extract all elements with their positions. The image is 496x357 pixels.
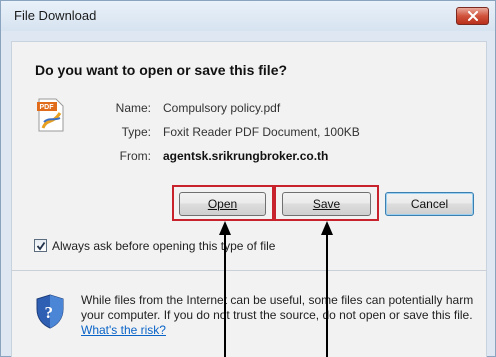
save-arrow-head	[321, 221, 333, 235]
open-arrow-head	[219, 221, 231, 235]
whats-the-risk-link[interactable]: What's the risk?	[81, 323, 166, 337]
from-label: From:	[119, 149, 151, 163]
open-button-label: Open	[207, 197, 238, 211]
security-warning: While files from the Internet can be use…	[81, 293, 486, 338]
dialog-question: Do you want to open or save this file?	[35, 62, 288, 78]
cancel-button-label: Cancel	[410, 197, 449, 211]
warning-text: While files from the Internet can be use…	[81, 293, 474, 322]
file-download-dialog: File Download Do you want to open or sav…	[0, 0, 496, 357]
file-source-value: agentsk.srikrungbroker.co.th	[163, 149, 329, 163]
open-arrow-line	[224, 234, 226, 357]
close-button[interactable]	[456, 7, 489, 25]
always-ask-checkbox[interactable]	[34, 239, 47, 252]
type-label: Type:	[121, 125, 151, 139]
name-label: Name:	[115, 101, 151, 115]
svg-text:?: ?	[45, 303, 54, 322]
security-shield-icon: ?	[36, 294, 64, 329]
title-bar[interactable]: File Download	[1, 1, 495, 31]
separator	[11, 270, 487, 271]
save-button[interactable]: Save	[282, 192, 371, 216]
window-title: File Download	[14, 8, 97, 23]
checkmark-icon	[36, 241, 46, 251]
close-icon	[468, 11, 478, 21]
save-button-label: Save	[312, 197, 341, 211]
save-arrow-line	[326, 234, 328, 357]
open-button[interactable]: Open	[179, 192, 266, 216]
file-name-value: Compulsory policy.pdf	[163, 101, 281, 115]
always-ask-label: Always ask before opening this type of f…	[52, 239, 276, 253]
file-type-value: Foxit Reader PDF Document, 100KB	[163, 125, 360, 139]
cancel-button[interactable]: Cancel	[385, 192, 474, 216]
